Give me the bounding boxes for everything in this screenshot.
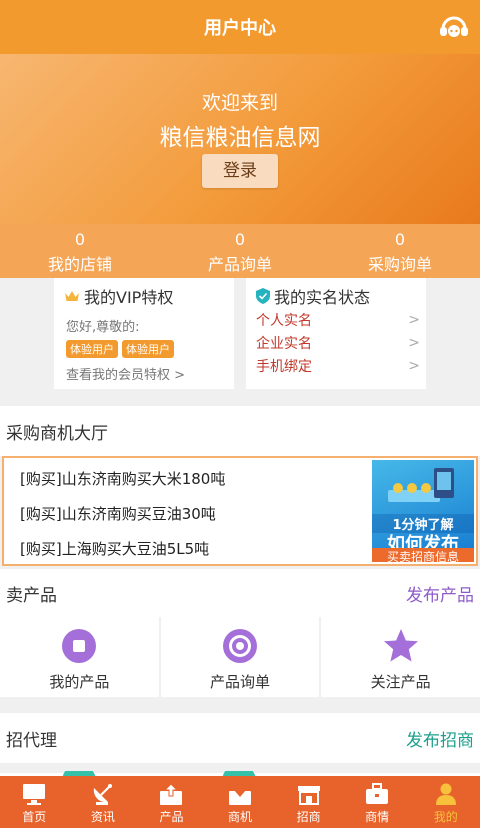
vip-card-title: 我的VIP特权	[64, 284, 234, 308]
stat-value: 0	[394, 230, 406, 249]
tab-home[interactable]: 首页	[0, 776, 69, 828]
purchase-hall-header: 采购商机大厅	[0, 406, 480, 456]
stat-purchase-inquiries[interactable]: 0 采购询单	[320, 224, 480, 278]
shield-check-icon	[256, 288, 270, 304]
how-to-publish-ad[interactable]: 1分钟了解 如何发布 买卖招商信息	[372, 460, 474, 562]
bottom-tab-bar: 首页 资讯 产品 商机 招商 商情 我的	[0, 776, 480, 828]
target-icon	[223, 629, 257, 663]
purchase-row[interactable]: [购买]上海购买大豆油5L5吨	[20, 538, 209, 559]
purchase-hall-list: [购买]山东济南购买大米180吨 [购买]山东济南购买豆油30吨 [购买]上海购…	[2, 456, 478, 566]
tab-label: 首页	[22, 810, 47, 824]
crown-icon	[65, 291, 79, 301]
monitor-icon	[23, 784, 46, 805]
stats-bar: 0 我的店铺 0 产品询单 0 采购询单	[0, 224, 480, 278]
stat-value: 0	[74, 230, 86, 249]
member-badge: 体验用户	[122, 340, 174, 358]
stat-my-shop[interactable]: 0 我的店铺	[0, 224, 160, 278]
section-title: 采购商机大厅	[6, 423, 108, 444]
customer-service-icon[interactable]	[438, 12, 470, 42]
tab-label: 我的	[433, 810, 458, 824]
realname-item-label: 企业实名	[256, 335, 312, 352]
section-title: 招代理	[6, 730, 57, 751]
tab-label: 产品	[159, 810, 184, 824]
login-button[interactable]: 登录	[202, 154, 278, 188]
tab-label: 资讯	[90, 810, 115, 824]
tab-products[interactable]: 产品	[137, 776, 206, 828]
tile-followed-products[interactable]: 关注产品	[321, 617, 480, 697]
realname-item-label: 手机绑定	[256, 358, 312, 375]
welcome-banner: 欢迎来到 粮信粮油信息网 登录	[0, 54, 480, 224]
tile-label: 产品询单	[210, 673, 271, 691]
chevron-right-icon: >	[408, 334, 420, 351]
realname-card-title: 我的实名状态	[256, 284, 426, 308]
vip-title-text: 我的VIP特权	[84, 288, 174, 307]
tab-label: 商情	[365, 810, 390, 824]
welcome-text: 欢迎来到	[201, 92, 278, 114]
publish-recruitment-link[interactable]: 发布招商	[406, 726, 474, 751]
tile-label: 我的产品	[49, 673, 110, 691]
ad-line3: 买卖招商信息	[372, 548, 474, 562]
stat-label: 我的店铺	[47, 255, 112, 274]
page-title: 用户中心	[204, 18, 276, 39]
star-icon	[383, 629, 418, 662]
tab-label: 商机	[228, 810, 253, 824]
realname-personal[interactable]: 个人实名 >	[256, 308, 420, 331]
stat-value: 0	[234, 230, 246, 249]
tile-product-inquiries[interactable]: 产品询单	[160, 617, 320, 697]
ad-illustration	[388, 468, 454, 502]
realname-card: 我的实名状态 个人实名 > 企业实名 > 手机绑定 >	[246, 278, 426, 389]
site-name: 粮信粮油信息网	[159, 125, 321, 151]
tab-news[interactable]: 资讯	[69, 776, 138, 828]
box-download-icon	[229, 784, 252, 805]
vip-privileges-link[interactable]: 查看我的会员特权 >	[66, 364, 234, 383]
person-icon	[435, 783, 456, 805]
publish-product-link[interactable]: 发布产品	[406, 581, 474, 606]
purchase-row[interactable]: [购买]山东济南购买豆油30吨	[20, 503, 216, 524]
realname-enterprise[interactable]: 企业实名 >	[256, 331, 420, 354]
satellite-dish-icon	[93, 784, 112, 805]
chevron-right-icon: >	[408, 357, 420, 374]
storefront-icon	[297, 786, 320, 805]
tab-market[interactable]: 商情	[343, 776, 412, 828]
chevron-right-icon: >	[408, 311, 420, 328]
agents-header: 招代理 发布招商	[0, 713, 480, 763]
stat-label: 产品询单	[207, 255, 272, 274]
member-badge: 体验用户	[66, 340, 118, 358]
section-title: 卖产品	[6, 585, 57, 606]
realname-title-text: 我的实名状态	[274, 288, 371, 307]
box-upload-icon	[160, 783, 183, 805]
tile-my-products[interactable]: 我的产品	[0, 617, 159, 697]
realname-item-label: 个人实名	[256, 312, 312, 329]
account-cards: 我的VIP特权 您好,尊敬的: 体验用户 体验用户 查看我的会员特权 > 我的实…	[0, 278, 480, 391]
tab-mine[interactable]: 我的	[411, 776, 480, 828]
tile-label: 关注产品	[370, 673, 431, 691]
sell-products-header: 卖产品 发布产品	[0, 569, 480, 617]
stop-circle-icon	[62, 629, 97, 663]
stat-product-inquiries[interactable]: 0 产品询单	[160, 224, 320, 278]
realname-phone-binding[interactable]: 手机绑定 >	[256, 354, 420, 377]
vip-card[interactable]: 我的VIP特权 您好,尊敬的: 体验用户 体验用户 查看我的会员特权 >	[54, 278, 234, 389]
vip-greeting: 您好,尊敬的:	[66, 320, 140, 335]
stat-label: 采购询单	[367, 255, 432, 274]
purchase-row[interactable]: [购买]山东济南购买大米180吨	[20, 468, 225, 489]
briefcase-icon	[366, 783, 389, 804]
app-header: 用户中心	[0, 0, 480, 54]
sell-product-tiles: 我的产品 产品询单 关注产品	[0, 617, 480, 697]
tab-recruit[interactable]: 招商	[274, 776, 343, 828]
member-badges: 体验用户 体验用户	[66, 340, 234, 358]
tab-opportunities[interactable]: 商机	[206, 776, 275, 828]
tab-label: 招商	[296, 810, 321, 824]
